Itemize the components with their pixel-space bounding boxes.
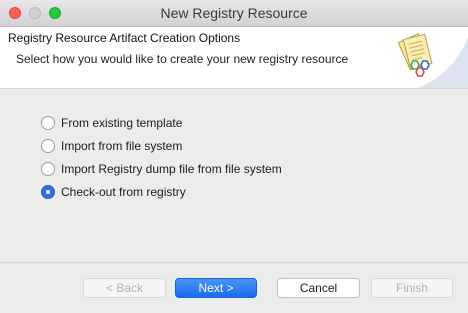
option-label: Check-out from registry: [61, 184, 186, 199]
option-import-from-file-system[interactable]: Import from file system: [41, 134, 282, 157]
radio-button[interactable]: [41, 138, 55, 153]
next-button[interactable]: Next >: [175, 278, 257, 298]
window-title: New Registry Resource: [160, 5, 308, 21]
option-label: From existing template: [61, 115, 183, 130]
page-title: Registry Resource Artifact Creation Opti…: [8, 31, 241, 45]
cancel-button[interactable]: Cancel: [277, 278, 360, 298]
option-label: Import from file system: [61, 138, 183, 153]
button-bar-divider: [0, 262, 468, 263]
wizard-header: Registry Resource Artifact Creation Opti…: [0, 27, 468, 89]
back-button[interactable]: < Back: [83, 278, 166, 298]
option-import-registry-dump[interactable]: Import Registry dump file from file syst…: [41, 157, 282, 180]
registry-documents-icon: [397, 32, 468, 88]
radio-button[interactable]: [41, 161, 55, 176]
option-label: Import Registry dump file from file syst…: [61, 161, 282, 176]
radio-button-selected[interactable]: [41, 184, 55, 199]
title-bar[interactable]: New Registry Resource: [0, 0, 468, 27]
option-check-out-from-registry[interactable]: Check-out from registry: [41, 180, 282, 203]
creation-options: From existing template Import from file …: [41, 111, 282, 203]
dialog-window: New Registry Resource Registry Resource …: [0, 0, 468, 313]
finish-button[interactable]: Finish: [371, 278, 453, 298]
radio-button[interactable]: [41, 115, 55, 130]
page-description: Select how you would like to create your…: [16, 52, 349, 66]
option-from-existing-template[interactable]: From existing template: [41, 111, 282, 134]
